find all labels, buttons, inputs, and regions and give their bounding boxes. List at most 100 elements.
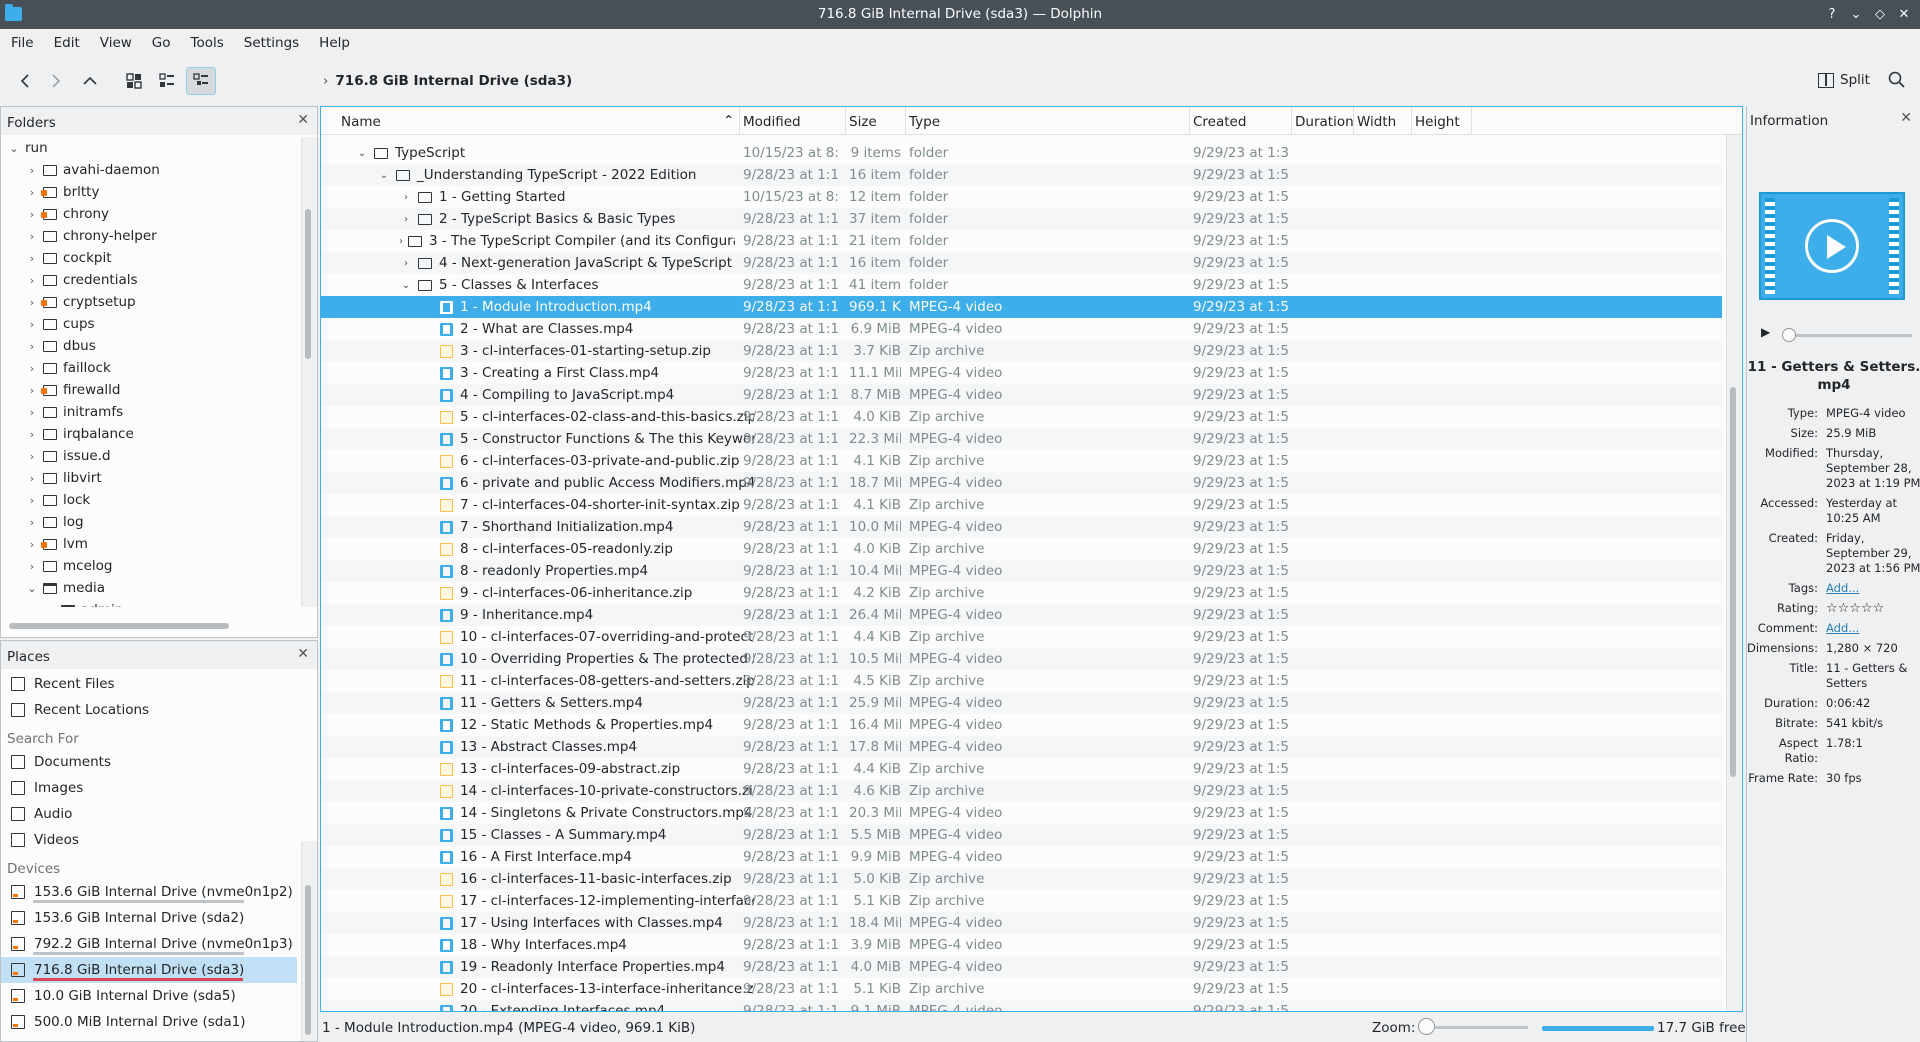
- expand-chevron-icon[interactable]: ›: [25, 450, 39, 463]
- folders-scrollbar[interactable]: [301, 137, 317, 607]
- expand-chevron-icon[interactable]: ›: [25, 274, 39, 287]
- tree-item-lvm[interactable]: › lvm: [1, 533, 297, 555]
- file-row[interactable]: 17 - Using Interfaces with Classes.mp4 9/…: [321, 912, 1722, 934]
- file-row[interactable]: 12 - Static Methods & Properties.mp4 9/28…: [321, 714, 1722, 736]
- tree-item-faillock[interactable]: › faillock: [1, 357, 297, 379]
- file-row[interactable]: 8 - readonly Properties.mp4 9/28/23 at 1:…: [321, 560, 1722, 582]
- collapse-chevron-icon[interactable]: ⌄: [25, 582, 39, 595]
- file-row[interactable]: 3 - Creating a First Class.mp4 9/28/23 at…: [321, 362, 1722, 384]
- compact-view-icon[interactable]: [153, 67, 181, 95]
- menu-tools[interactable]: Tools: [186, 29, 231, 57]
- file-row[interactable]: 4 - Compiling to JavaScript.mp4 9/28/23 a…: [321, 384, 1722, 406]
- places-item-recent-files[interactable]: Recent Files: [1, 671, 297, 697]
- close-panel-icon[interactable]: ✕: [297, 112, 309, 128]
- collapse-chevron-icon[interactable]: ⌄: [377, 170, 391, 181]
- collapse-chevron-icon[interactable]: ⌄: [399, 280, 413, 291]
- column-separator[interactable]: [1411, 107, 1412, 135]
- file-row[interactable]: 2 - What are Classes.mp4 9/28/23 at 1:19 …: [321, 318, 1722, 340]
- column-header-type[interactable]: Type: [909, 114, 940, 130]
- tree-item-cryptsetup[interactable]: › cryptsetup: [1, 291, 297, 313]
- menu-view[interactable]: View: [95, 29, 139, 57]
- expand-chevron-icon[interactable]: ›: [25, 494, 39, 507]
- tree-item-mcelog[interactable]: › mcelog: [1, 555, 297, 577]
- menu-go[interactable]: Go: [147, 29, 178, 57]
- folder-row[interactable]: › 1 - Getting Started 10/15/23 at 8:05 ...…: [321, 186, 1722, 208]
- media-seek-track[interactable]: [1787, 334, 1912, 337]
- column-separator[interactable]: [739, 107, 740, 135]
- file-row[interactable]: 13 - cl-interfaces-09-abstract.zip 9/28/2…: [321, 758, 1722, 780]
- menu-settings[interactable]: Settings: [239, 29, 306, 57]
- column-separator[interactable]: [1189, 107, 1190, 135]
- places-item-10-0-gib-internal-drive-sda5[interactable]: 10.0 GiB Internal Drive (sda5): [1, 983, 297, 1009]
- file-row[interactable]: 20 - Extending Interfaces.mp4 9/28/23 at …: [321, 1000, 1722, 1011]
- file-row[interactable]: 18 - Why Interfaces.mp4 9/28/23 at 1:19 P…: [321, 934, 1722, 956]
- file-row[interactable]: 16 - cl-interfaces-11-basic-interfaces.z…: [321, 868, 1722, 890]
- file-list-scrollbar-thumb[interactable]: [1730, 387, 1736, 777]
- folder-row[interactable]: › 2 - TypeScript Basics & Basic Types 9/28…: [321, 208, 1722, 230]
- search-icon[interactable]: [1887, 70, 1907, 90]
- expand-chevron-icon[interactable]: ›: [25, 164, 39, 177]
- places-item-recent-locations[interactable]: Recent Locations: [1, 697, 297, 723]
- folders-scrollbar-thumb[interactable]: [305, 209, 311, 359]
- column-separator[interactable]: [1353, 107, 1354, 135]
- column-header-size[interactable]: Size: [849, 114, 877, 130]
- column-header-modified[interactable]: Modified: [743, 114, 801, 130]
- expand-chevron-icon[interactable]: ›: [25, 560, 39, 573]
- column-separator[interactable]: [1471, 107, 1472, 135]
- places-scrollbar[interactable]: [301, 841, 317, 1041]
- add-commentlink[interactable]: Add...: [1826, 621, 1920, 636]
- tree-item-libvirt[interactable]: › libvirt: [1, 467, 297, 489]
- collapse-chevron-icon[interactable]: ⌄: [7, 142, 21, 155]
- places-item-documents[interactable]: Documents: [1, 749, 297, 775]
- breadcrumb-current[interactable]: 716.8 GiB Internal Drive (sda3): [335, 73, 572, 89]
- back-icon[interactable]: [13, 67, 37, 95]
- file-row[interactable]: 9 - Inheritance.mp4 9/28/23 at 1:19 PM 26.…: [321, 604, 1722, 626]
- expand-chevron-icon[interactable]: ›: [25, 472, 39, 485]
- file-row[interactable]: 19 - Readonly Interface Properties.mp4 9/…: [321, 956, 1722, 978]
- file-row[interactable]: 3 - cl-interfaces-01-starting-setup.zip 9…: [321, 340, 1722, 362]
- places-item-153-6-gib-internal-drive-nvme0n1p2[interactable]: 153.6 GiB Internal Drive (nvme0n1p2): [1, 879, 297, 905]
- folders-horizontal-scrollbar[interactable]: [9, 623, 229, 629]
- file-row[interactable]: 7 - cl-interfaces-04-shorter-init-syntax…: [321, 494, 1722, 516]
- tree-item-log[interactable]: › log: [1, 511, 297, 533]
- sort-ascending-icon[interactable]: ⌃: [723, 113, 734, 129]
- forward-icon[interactable]: [44, 67, 68, 95]
- expand-chevron-icon[interactable]: ›: [25, 230, 39, 243]
- folder-row[interactable]: ⌄ _Understanding TypeScript - 2022 Editio…: [321, 164, 1722, 186]
- play-button[interactable]: ▶: [1761, 325, 1770, 339]
- tree-item-cockpit[interactable]: › cockpit: [1, 247, 297, 269]
- places-item-500-0-mib-internal-drive-sda1[interactable]: 500.0 MiB Internal Drive (sda1): [1, 1009, 297, 1035]
- close-icon[interactable]: ✕: [1894, 4, 1914, 24]
- expand-chevron-icon[interactable]: ›: [25, 318, 39, 331]
- maximize-icon[interactable]: ◇: [1870, 4, 1890, 24]
- collapse-chevron-icon[interactable]: ⌄: [43, 604, 57, 608]
- file-row[interactable]: 17 - cl-interfaces-12-implementing-inter…: [321, 890, 1722, 912]
- tree-item-dbus[interactable]: › dbus: [1, 335, 297, 357]
- column-header-duration[interactable]: Duration: [1295, 114, 1354, 130]
- minimize-icon[interactable]: ⌄: [1846, 4, 1866, 24]
- tree-item-chrony-helper[interactable]: › chrony-helper: [1, 225, 297, 247]
- expand-chevron-icon[interactable]: ›: [25, 428, 39, 441]
- places-item-audio[interactable]: Audio: [1, 801, 297, 827]
- file-row[interactable]: 15 - Classes - A Summary.mp4 9/28/23 at 1…: [321, 824, 1722, 846]
- file-row[interactable]: 14 - Singletons & Private Constructors.m…: [321, 802, 1722, 824]
- breadcrumb[interactable]: › 716.8 GiB Internal Drive (sda3): [323, 73, 572, 89]
- tree-item-brltty[interactable]: › brltty: [1, 181, 297, 203]
- help-icon[interactable]: ?: [1822, 4, 1842, 24]
- tree-item-media[interactable]: ⌄ media: [1, 577, 297, 599]
- file-row[interactable]: 5 - Constructor Functions & The this Key…: [321, 428, 1722, 450]
- tree-item-run[interactable]: ⌄ run: [1, 137, 297, 159]
- places-scrollbar-thumb[interactable]: [305, 885, 311, 1035]
- file-row[interactable]: 5 - cl-interfaces-02-class-and-this-basi…: [321, 406, 1722, 428]
- tree-item-initramfs[interactable]: › initramfs: [1, 401, 297, 423]
- tree-item-admin[interactable]: ⌄ admin: [1, 599, 297, 607]
- file-list-scrollbar[interactable]: [1726, 135, 1742, 1011]
- expand-chevron-icon[interactable]: ›: [25, 362, 39, 375]
- places-item-153-6-gib-internal-drive-sda2[interactable]: 153.6 GiB Internal Drive (sda2): [1, 905, 297, 931]
- file-row[interactable]: 10 - Overriding Properties & The protect…: [321, 648, 1722, 670]
- column-header-name[interactable]: Name: [341, 114, 381, 130]
- file-row[interactable]: 6 - private and public Access Modifiers.…: [321, 472, 1722, 494]
- expand-chevron-icon[interactable]: ›: [399, 214, 413, 225]
- file-row[interactable]: 11 - cl-interfaces-08-getters-and-setter…: [321, 670, 1722, 692]
- media-seek-handle[interactable]: [1782, 328, 1796, 342]
